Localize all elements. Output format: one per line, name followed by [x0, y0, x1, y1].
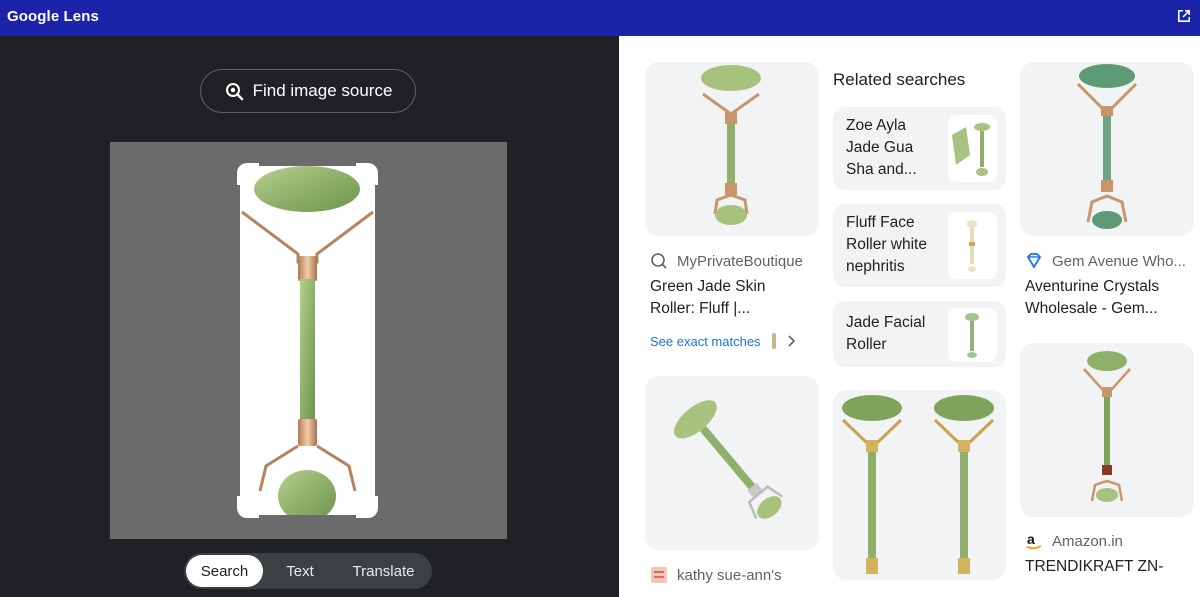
result-title-line: TRENDIKRAFT ZN-	[1025, 558, 1164, 575]
related-search-item[interactable]: Zoe Ayla Jade Gua Sha and...	[833, 107, 1006, 190]
result-title-line: Green Jade Skin	[650, 278, 766, 295]
lens-search-icon	[225, 83, 243, 101]
see-exact-matches-link[interactable]: See exact matches	[650, 333, 797, 349]
result-title[interactable]: TRENDIKRAFT ZN-	[1025, 556, 1163, 578]
exact-match-thumb-icon	[771, 333, 776, 349]
related-search-label: Fluff Face	[846, 214, 915, 231]
result-source[interactable]: kathy sue-ann's	[650, 566, 782, 584]
related-search-label: Zoe Ayla	[846, 117, 907, 134]
result-title[interactable]: Green Jade Skin Roller: Fluff |...	[650, 276, 765, 320]
related-search-label: Sha and...	[846, 161, 917, 178]
see-exact-matches-label: See exact matches	[650, 333, 761, 349]
open-in-new-icon[interactable]	[1176, 8, 1192, 24]
result-source-label: Gem Avenue Who...	[1052, 252, 1186, 270]
result-source-label: Amazon.in	[1052, 532, 1123, 550]
crop-handle-bottom-left[interactable]	[237, 496, 259, 518]
crop-handle-bottom-right[interactable]	[356, 496, 378, 518]
tab-search[interactable]: Search	[186, 555, 263, 587]
selection-box[interactable]	[237, 163, 378, 522]
result-image[interactable]	[645, 62, 819, 236]
result-source-label: kathy sue-ann's	[677, 566, 782, 584]
related-search-item[interactable]: Jade Facial Roller	[833, 301, 1006, 367]
globe-icon	[651, 253, 667, 269]
result-image[interactable]	[1020, 343, 1194, 517]
related-search-label: Jade Facial	[846, 314, 926, 331]
related-searches-heading: Related searches	[833, 70, 966, 89]
gem-icon	[1026, 253, 1042, 269]
related-search-label: Roller white	[846, 236, 927, 253]
result-image[interactable]	[833, 390, 1006, 580]
related-search-item[interactable]: Fluff Face Roller white nephritis	[833, 204, 1006, 287]
result-title-line: Aventurine Crystals	[1025, 278, 1160, 295]
query-image	[110, 142, 507, 539]
related-search-thumbnail	[948, 308, 997, 362]
amazon-icon: a	[1026, 532, 1042, 550]
related-search-thumbnail	[948, 115, 997, 182]
result-source[interactable]: Gem Avenue Who...	[1025, 252, 1186, 270]
window-title: Google Lens	[7, 8, 99, 25]
image-pane: Find image source Search Text Translate	[0, 36, 619, 597]
result-source[interactable]: a Amazon.in	[1025, 532, 1123, 550]
related-search-label: Roller	[846, 336, 887, 353]
tab-text[interactable]: Text	[263, 555, 337, 587]
jade-roller-image	[241, 166, 374, 522]
title-bar: Google Lens	[0, 0, 1200, 36]
result-image[interactable]	[645, 376, 819, 550]
result-title[interactable]: Aventurine Crystals Wholesale - Gem...	[1025, 276, 1159, 320]
find-image-source-button[interactable]: Find image source	[200, 69, 416, 113]
result-title-line: Wholesale - Gem...	[1025, 300, 1158, 317]
svg-text:a: a	[1027, 532, 1035, 547]
result-source-label: MyPrivateBoutique	[677, 252, 803, 270]
related-search-label: Jade Gua	[846, 139, 914, 156]
find-image-source-label: Find image source	[252, 81, 393, 100]
mode-tabs: Search Text Translate	[184, 553, 432, 589]
related-search-thumbnail	[948, 212, 997, 279]
crop-handle-top-right[interactable]	[356, 163, 378, 185]
tab-translate[interactable]: Translate	[337, 555, 430, 587]
chevron-right-icon	[787, 335, 795, 347]
results-pane: MyPrivateBoutique Green Jade Skin Roller…	[619, 36, 1200, 597]
related-search-label: nephritis	[846, 258, 905, 275]
result-image[interactable]	[1020, 62, 1194, 236]
result-source[interactable]: MyPrivateBoutique	[650, 252, 803, 270]
crop-handle-top-left[interactable]	[237, 163, 259, 185]
site-favicon	[651, 567, 667, 583]
result-title-line: Roller: Fluff |...	[650, 300, 751, 317]
